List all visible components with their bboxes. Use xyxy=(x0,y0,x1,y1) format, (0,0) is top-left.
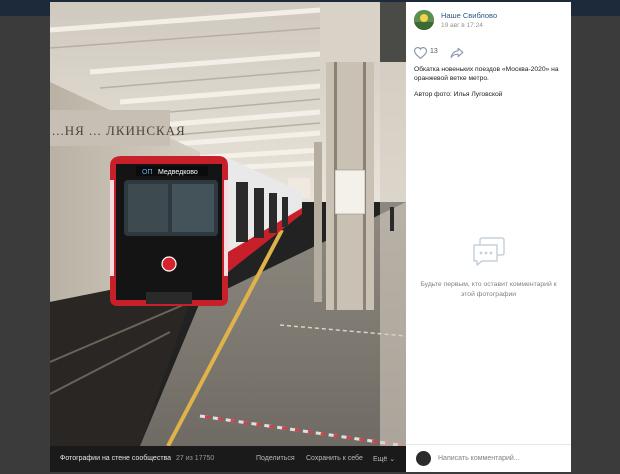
like-count: 13 xyxy=(430,48,438,55)
comment-input[interactable]: Написать комментарий... xyxy=(438,451,564,466)
photo-author: Автор фото: Илья Луговской xyxy=(414,91,503,98)
chevron-down-icon: ⌄ xyxy=(389,456,396,463)
album-link[interactable]: Фотографии на стене сообщества xyxy=(60,455,171,462)
no-comments-text: Будьте первым, кто оставит комментарий к… xyxy=(420,281,557,298)
info-panel: Наше Свиблово 19 авг в 17:24 13 Обкатка … xyxy=(406,2,571,472)
photo-footer-bar: Фотографии на стене сообщества 27 из 177… xyxy=(50,446,406,472)
train-destination-text: Медведково xyxy=(158,169,198,176)
post-description: Обкатка новеньких поездов «Москва-2020» … xyxy=(414,66,559,82)
comments-bubble-icon xyxy=(473,237,505,266)
share-button[interactable]: Поделиться xyxy=(256,455,295,462)
group-avatar[interactable] xyxy=(414,10,434,30)
metro-logo xyxy=(161,256,177,272)
station-sign-text: ...НЯ ... ЛКИНСКАЯ xyxy=(52,123,186,138)
photo[interactable]: ...НЯ ... ЛКИНСКАЯ ОП Медведково xyxy=(50,2,406,446)
train-route-text: ОП xyxy=(142,169,152,176)
photo-viewer: ...НЯ ... ЛКИНСКАЯ ОП Медведково Фотогра… xyxy=(50,2,571,472)
group-name-link[interactable]: Наше Свиблово xyxy=(441,11,497,20)
more-button[interactable]: Ещё ⌄ xyxy=(373,455,395,463)
share-arrow-icon xyxy=(450,47,464,59)
more-label: Ещё xyxy=(373,456,388,463)
group-avatar-image xyxy=(414,10,434,30)
save-to-profile-button[interactable]: Сохранить к себе xyxy=(306,455,363,462)
like-button[interactable]: 13 xyxy=(414,46,454,60)
share-icon-button[interactable] xyxy=(450,46,466,60)
photo-counter: 27 из 17750 xyxy=(176,455,215,462)
user-avatar xyxy=(416,451,431,466)
metro-photo-illustration: ...НЯ ... ЛКИНСКАЯ ОП Медведково xyxy=(50,2,406,446)
divider xyxy=(406,444,571,445)
pillar-notice-board xyxy=(334,169,366,215)
heart-icon xyxy=(414,47,427,59)
post-date[interactable]: 19 авг в 17:24 xyxy=(441,22,483,29)
